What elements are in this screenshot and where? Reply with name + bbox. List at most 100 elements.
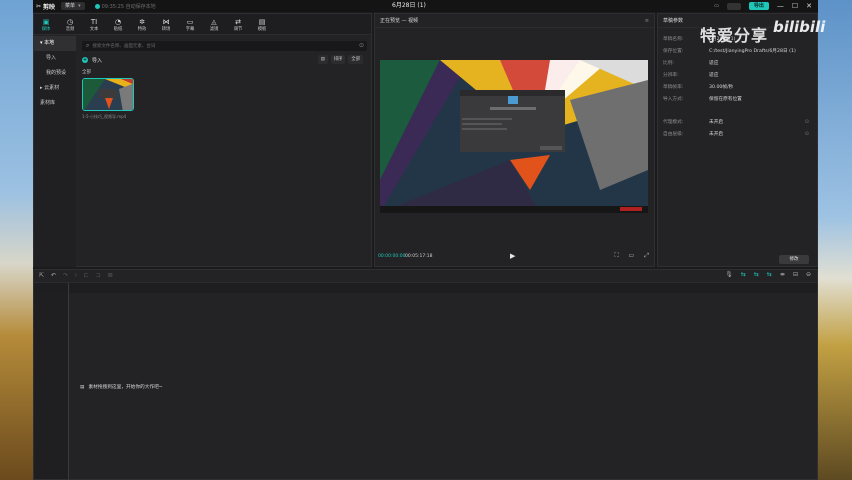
menu-icon[interactable]: ≡	[645, 14, 649, 28]
search-placeholder: 搜索文件名称、画面元素、台词	[92, 44, 156, 49]
chevron-down-icon: ▾	[78, 3, 81, 9]
filter-all-button[interactable]: 全部	[348, 55, 363, 64]
current-time: 00:00:00:00	[378, 254, 406, 259]
tab-transition[interactable]: ⋈ 转场	[154, 14, 178, 35]
tab-sticker[interactable]: ◔ 贴纸	[106, 14, 130, 35]
split-icon[interactable]: ⟊	[75, 272, 77, 280]
property-row: 草稿帧率: 30.00帧/秒	[663, 84, 813, 90]
tab-caption[interactable]: ▭ 字幕	[178, 14, 202, 35]
track-header-column	[34, 293, 68, 479]
property-row: 比例: 适应	[663, 60, 813, 66]
layout-icon[interactable]: ▭	[714, 3, 719, 9]
redo-icon[interactable]: ↷	[63, 272, 68, 280]
sidebar-item-label: 本地	[44, 40, 55, 46]
tab-label: 字幕	[185, 26, 195, 32]
undo-icon[interactable]: ↶	[51, 272, 56, 280]
play-square-icon: ▣	[42, 17, 50, 26]
video-preview[interactable]	[380, 60, 648, 213]
sidebar-item-presets[interactable]: 我的预设	[34, 66, 76, 81]
property-key: 分辨率:	[663, 73, 679, 78]
sidebar-item-local[interactable]: ▾ 本地	[34, 36, 76, 51]
property-value: C:/test/JianyingPro Drafts/6月28日 (1)	[709, 49, 796, 54]
ratio-icon[interactable]: ▭	[629, 252, 635, 260]
sidebar-item-cloud[interactable]: ▸ 云素材	[34, 81, 76, 96]
timeline-toolbar: ⇱ ↶ ↷ ⟊ ⊏ ⊐ ⊠ 🎙 ⇆ ⇆ ⇆ ⇼ ⊟ ⊖	[34, 270, 817, 283]
playhead[interactable]	[68, 283, 69, 480]
menu-button[interactable]: 菜单 ▾	[61, 2, 85, 10]
player-controls: 00:00:00:00 00:05:17:18 ▶ ⛶ ▭ ⤢	[375, 249, 654, 265]
tab-filter[interactable]: ◬ 滤镜	[202, 14, 226, 35]
maximize-icon[interactable]: ☐	[792, 2, 798, 10]
drop-hint: ▤ 素材拖拽到这里，开始你的大作吧~	[80, 384, 163, 391]
split-right-icon[interactable]: ⊐	[96, 272, 101, 280]
fullscreen-icon[interactable]: ⤢	[644, 252, 649, 260]
crop-icon[interactable]: ⛶	[614, 252, 618, 260]
timeline-ruler[interactable]	[34, 283, 817, 480]
search-input[interactable]: ⌕ 搜索文件名称、画面元素、台词 ⊙	[82, 41, 367, 51]
preview-axis-icon[interactable]: ⇼	[780, 271, 785, 278]
tab-label: 特效	[137, 26, 147, 32]
draft-properties-panel: 草稿参数 草稿名称: 6月28日 (1) 保存位置: C:/test/Jianying…	[657, 13, 818, 267]
property-row: 自由层级: 未开启 ⊙	[663, 131, 813, 137]
select-tool-icon[interactable]: ⇱	[39, 272, 44, 280]
delete-icon[interactable]: ⊠	[108, 272, 113, 280]
view-toggle-button[interactable]: ▤	[317, 55, 328, 64]
play-icon[interactable]: ▶	[510, 252, 515, 260]
tab-effects[interactable]: ✲ 特效	[130, 14, 154, 35]
zoom-fit-icon[interactable]: ⊟	[793, 271, 798, 278]
tab-label: 转场	[161, 26, 171, 32]
tab-label: 模板	[257, 26, 267, 32]
desktop-wallpaper-left	[0, 0, 33, 480]
info-icon[interactable]: ⊙	[805, 131, 809, 137]
info-icon[interactable]: ⊙	[805, 119, 809, 125]
plus-icon[interactable]: +	[82, 57, 88, 63]
close-icon[interactable]: ✕	[806, 2, 812, 10]
tab-audio[interactable]: ◷ 音频	[58, 14, 82, 35]
clip-preview-image	[83, 79, 133, 110]
sort-button[interactable]: 排序	[330, 55, 346, 64]
feature-toolbar: ▣ 媒体 ◷ 音频 TI 文本 ◔ 贴纸 ✲ 特效 ⋈ 转场 ▭ 字幕 ◬ 滤镜 ⇄ 调节 ▤ 模板	[34, 14, 371, 35]
document-title: 6月28日 (1)	[392, 2, 426, 9]
effects-icon: ✲	[139, 17, 145, 26]
clip-name: 1-5-小技巧_视频导.mp4	[82, 114, 127, 119]
title-bar: ✂ 剪映 菜单 ▾ 09:35:25 自动保存本地 6月28日 (1) ▭ 导出 …	[33, 0, 818, 12]
property-value: 保留在原有位置	[709, 97, 742, 102]
sidebar-item-import[interactable]: 导入	[34, 51, 76, 66]
tab-adjust[interactable]: ⇄ 调节	[226, 14, 250, 35]
tab-play-square[interactable]: ▣ 媒体	[34, 14, 58, 35]
sidebar-item-label: 云素材	[44, 85, 60, 91]
tab-text[interactable]: TI 文本	[82, 14, 106, 35]
avatar[interactable]	[726, 2, 741, 10]
app-window: ✂ 剪映 菜单 ▾ 09:35:25 自动保存本地 6月28日 (1) ▭ 导出 …	[33, 0, 818, 480]
sidebar-item-library[interactable]: 素材库	[34, 96, 76, 111]
property-row: 代理模式: 未开启 ⊙	[663, 119, 813, 125]
preview-right-controls: ⛶ ▭ ⤢	[614, 252, 649, 260]
menu-label: 菜单	[65, 3, 76, 9]
adjust-icon: ⇄	[235, 17, 241, 26]
media-content: ⌕ 搜索文件名称、画面元素、台词 ⊙ + 导入 ▤ 排序 全部 全部 1-5-小…	[77, 36, 371, 267]
property-key: 导入方式:	[663, 97, 684, 102]
export-button[interactable]: 导出	[748, 2, 769, 10]
bilibili-logo: bilibili	[773, 18, 826, 36]
tab-template[interactable]: ▤ 模板	[250, 14, 274, 35]
snap-icon[interactable]: ⇆	[754, 271, 759, 278]
tab-label: 媒体	[41, 26, 51, 32]
property-key: 自由层级:	[663, 132, 684, 137]
film-icon: ▤	[80, 384, 85, 390]
minimize-icon[interactable]: —	[777, 2, 784, 10]
section-label: 全部	[82, 70, 91, 75]
filter-icon[interactable]: ⊙	[359, 42, 364, 49]
sticker-icon: ◔	[114, 17, 122, 26]
edit-button[interactable]: 修改	[779, 255, 809, 264]
link-main-track-icon[interactable]: ⇆	[741, 271, 746, 278]
autosave-text: 09:35:25 自动保存本地	[101, 3, 156, 10]
media-clip-thumbnail[interactable]	[82, 78, 134, 111]
linkage-icon[interactable]: ⇆	[767, 271, 772, 278]
status-dot-icon	[94, 3, 100, 9]
zoom-slider-icon[interactable]: ⊖	[806, 271, 811, 278]
split-left-icon[interactable]: ⊏	[84, 272, 89, 280]
import-button[interactable]: 导入	[92, 57, 102, 64]
microphone-icon[interactable]: 🎙	[725, 271, 733, 278]
property-value: 未开启	[709, 120, 724, 125]
preview-title: 正在预览 — 视频	[380, 18, 419, 24]
